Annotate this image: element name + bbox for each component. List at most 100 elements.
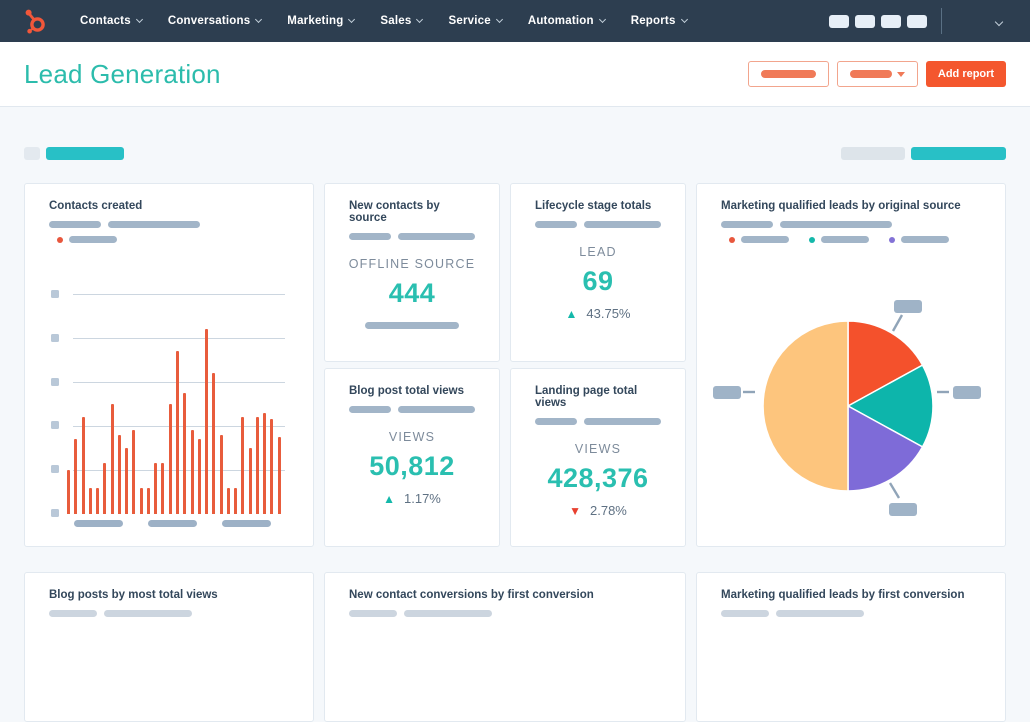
bar [154,463,158,514]
page-title: Lead Generation [24,58,221,89]
bar [255,417,259,514]
metric-body: LEAD 69 ▲ 43.75% [511,245,685,321]
card-blog-posts-by-most-total-views: Blog posts by most total views [24,572,314,722]
filter-group-right [841,147,1006,160]
placeholder-bar [148,520,197,527]
nav-item-contacts[interactable]: Contacts [67,0,155,42]
dashboard-page: Contacts Conversations Marketing Sales S… [0,0,1030,722]
bar-chart-plot [67,294,285,514]
nav-utility-icon-placeholder[interactable] [881,14,901,28]
delta-triangle-icon: ▲ [565,306,578,321]
delta-triangle-icon: ▲ [383,491,395,506]
bar [183,393,187,514]
caret-down-icon [897,71,905,77]
nav-item-reports[interactable]: Reports [618,0,700,42]
placeholder-bar [108,221,200,228]
hubspot-logo-icon[interactable] [22,7,49,36]
header-action-button-1[interactable] [748,61,829,87]
metric-value: 69 [582,266,614,296]
y-axis-tick-placeholders [51,290,59,517]
card-blog-post-total-views: Blog post total views VIEWS 50,812 ▲ 1.1… [324,368,500,547]
nav-item-sales[interactable]: Sales [367,0,435,42]
nav-item-marketing[interactable]: Marketing [274,0,367,42]
filter-chip-gray[interactable] [841,147,905,160]
nav-item-automation[interactable]: Automation [515,0,618,42]
nav-item-label: Sales [380,15,412,27]
header-action-dropdown[interactable] [837,61,918,87]
x-axis-label-placeholders [74,520,271,527]
placeholder-bar [365,322,459,329]
metric-body: VIEWS 50,812 ▲ 1.17% [325,430,499,506]
redacted-subtitle-bars [325,397,499,413]
card-new-contacts-by-source: New contacts by source OFFLINE SOURCE 44… [324,183,500,362]
pie-label-placeholder [713,386,741,399]
placeholder-bar [104,610,192,617]
nav-utilities [823,8,1008,34]
placeholder-bar [535,221,577,228]
metric-delta: ▲ 1.17% [325,491,499,506]
nav-utility-icon-placeholder[interactable] [907,14,927,28]
bar [139,487,143,514]
placeholder-bar [69,236,117,243]
chevron-down-icon [255,15,263,23]
nav-item-conversations[interactable]: Conversations [155,0,274,42]
placeholder-bar [74,520,123,527]
bar [110,404,114,514]
bar [168,404,172,514]
card-title: Contacts created [49,200,143,212]
placeholder-bar [349,610,397,617]
chevron-down-icon [598,15,606,23]
delta-triangle-icon: ▼ [569,503,581,518]
placeholder-bar [583,221,661,228]
metric-body: OFFLINE SOURCE 444 [325,257,499,329]
nav-item-label: Marketing [287,15,344,27]
card-lifecycle-stage-totals: Lifecycle stage totals LEAD 69 ▲ 43.75% [510,183,686,362]
redacted-label-bar [761,70,816,78]
redacted-subtitle-bars [25,212,313,228]
page-header: Lead Generation Add report [0,42,1030,107]
bar [88,487,92,514]
bar [270,419,274,514]
redacted-subtitle-bars [325,601,685,617]
pie-chart [713,300,981,516]
placeholder-bar [49,221,101,228]
placeholder-bar [721,610,769,617]
add-report-button[interactable]: Add report [926,61,1006,87]
bar [212,373,216,514]
bar [146,487,150,514]
card-new-contact-conversions: New contact conversions by first convers… [324,572,686,722]
nav-item-label: Contacts [80,15,131,27]
chart-legend [25,228,313,243]
metric-delta: ▼ 2.78% [511,503,685,518]
card-contacts-created: Contacts created [24,183,314,547]
account-menu-chevron-icon[interactable] [990,12,1004,30]
placeholder-bar [349,406,391,413]
placeholder-bar [222,520,271,527]
metric-body: VIEWS 428,376 ▼ 2.78% [511,442,685,518]
chevron-down-icon [348,15,356,23]
bar [248,448,252,514]
placeholder-bar [349,233,391,240]
chevron-down-icon [416,15,424,23]
filter-chip-teal[interactable] [46,147,124,160]
redacted-subtitle-bars [511,409,685,425]
card-title: Blog posts by most total views [49,589,218,601]
metric-label: VIEWS [574,442,622,456]
bar [241,417,245,514]
nav-utility-icon-placeholder[interactable] [855,14,875,28]
metric-label: OFFLINE SOURCE [348,257,476,271]
bar [190,430,194,514]
nav-item-label: Reports [630,15,676,27]
filter-chip-small[interactable] [24,147,40,160]
filter-group-left [24,147,124,160]
nav-item-service[interactable]: Service [435,0,514,42]
delta-percent: 2.78% [590,503,627,518]
filter-chip-teal[interactable] [911,147,1006,160]
bar [67,470,70,514]
redacted-subtitle-bars [25,601,313,617]
bar [197,439,201,514]
nav-utility-icon-placeholder[interactable] [829,14,849,28]
chevron-down-icon [680,15,688,23]
placeholder-bar [404,610,492,617]
redacted-subtitle-bars [325,224,499,240]
